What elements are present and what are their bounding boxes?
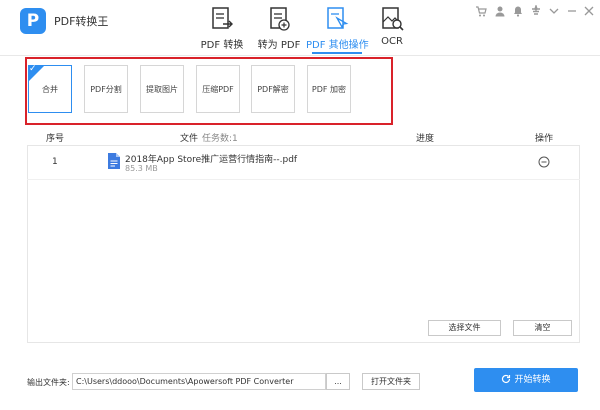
tool-compress-button[interactable]: 压缩PDF [196, 65, 240, 113]
table-row[interactable]: 1 2018年App Store推广运营行情指南--.pdf 85.3 MB [27, 147, 580, 180]
bell-icon[interactable] [511, 5, 525, 19]
tab-label: 转为 PDF [257, 40, 301, 51]
task-count: 任务数:1 [202, 134, 238, 144]
tool-decrypt-button[interactable]: PDF解密 [251, 65, 295, 113]
column-action: 操作 [535, 134, 554, 144]
tab-pdf-other[interactable]: PDF 其他操作 [306, 6, 369, 52]
tab-ocr[interactable]: OCR [372, 6, 412, 52]
clear-button[interactable]: 清空 [513, 320, 572, 336]
tab-label: PDF 其他操作 [306, 40, 369, 51]
pdf-other-icon [327, 7, 349, 29]
file-table-header: 序号 文件 任务数:1 进度 操作 [27, 127, 580, 146]
tab-label: PDF 转换 [200, 40, 244, 51]
column-file: 文件 [180, 134, 199, 144]
cart-icon[interactable] [474, 5, 488, 19]
app-title: PDF转换王 [54, 15, 109, 28]
tab-label: OCR [381, 36, 403, 47]
user-icon[interactable] [493, 5, 507, 19]
dropdown-icon[interactable] [547, 5, 561, 19]
header-divider [0, 55, 600, 56]
tool-split-button[interactable]: PDF分割 [84, 65, 128, 113]
active-tab-indicator [312, 52, 362, 54]
select-file-button[interactable]: 选择文件 [428, 320, 501, 336]
minimize-icon[interactable] [565, 5, 579, 19]
start-convert-label: 开始转换 [514, 375, 551, 385]
tool-encrypt-button[interactable]: PDF 加密 [307, 65, 351, 113]
row-index: 1 [52, 157, 58, 167]
check-icon: ✓ [29, 64, 37, 74]
tab-pdf-convert[interactable]: PDF 转换 [194, 6, 250, 52]
pdf-convert-icon [212, 7, 233, 29]
browse-button[interactable]: ... [326, 373, 350, 390]
tool-extract-images-button[interactable]: 提取图片 [140, 65, 184, 113]
open-folder-button[interactable]: 打开文件夹 [362, 373, 420, 390]
column-progress: 进度 [416, 134, 435, 144]
output-path-field[interactable]: C:\Users\ddooo\Documents\Apowersoft PDF … [72, 373, 326, 390]
column-index: 序号 [46, 134, 65, 144]
to-pdf-icon [270, 7, 290, 31]
refresh-icon [502, 374, 511, 384]
output-folder-label: 输出文件夹: [27, 378, 70, 387]
close-icon[interactable] [582, 5, 596, 19]
remove-icon[interactable] [538, 156, 550, 168]
ocr-icon [382, 7, 404, 31]
settings-icon[interactable] [529, 3, 543, 19]
file-size: 85.3 MB [125, 164, 158, 173]
document-icon [108, 153, 120, 169]
tab-to-pdf[interactable]: 转为 PDF [253, 6, 305, 52]
start-convert-button[interactable]: 开始转换 [474, 368, 578, 392]
app-logo: P [20, 8, 46, 34]
